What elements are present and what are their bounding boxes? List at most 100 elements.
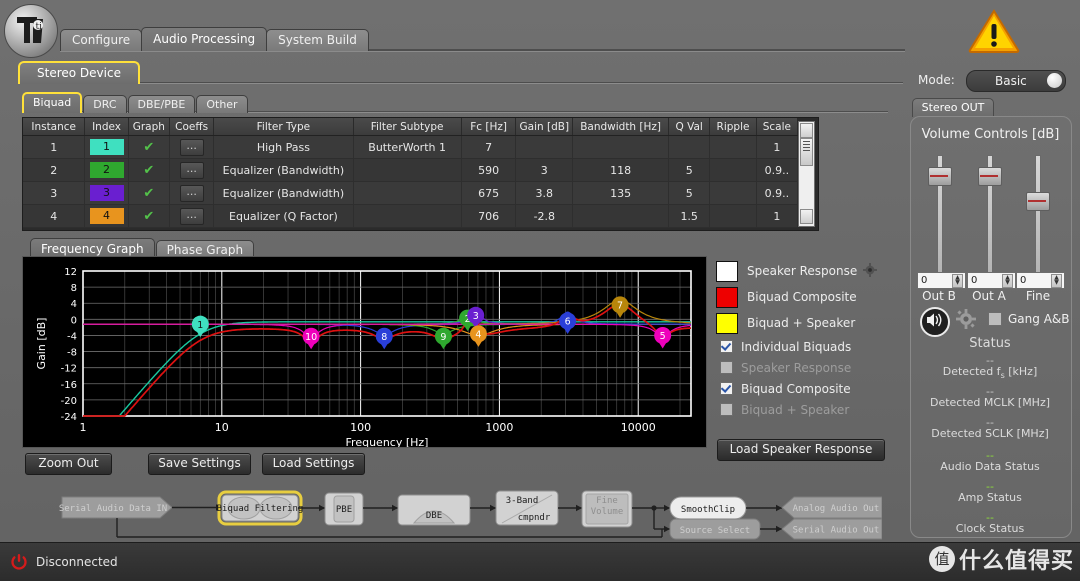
cell-filter-subtype[interactable]	[353, 158, 462, 182]
cell-index[interactable]: 3	[84, 181, 129, 205]
value-out-b[interactable]: 0 ▲ ▼	[917, 272, 966, 289]
tab-system-build[interactable]: System Build	[266, 29, 369, 51]
tab-stereo-out[interactable]: Stereo OUT	[912, 98, 994, 117]
cell-gain[interactable]: 3.8	[515, 181, 574, 205]
cell-ripple[interactable]	[709, 204, 757, 228]
column-header-1[interactable]: Index	[84, 118, 129, 136]
checkbox-biquad-composite[interactable]: Biquad Composite	[716, 378, 906, 399]
tab-other[interactable]: Other	[196, 95, 248, 113]
gear-icon[interactable]	[863, 262, 878, 280]
column-header-5[interactable]: Filter Subtype	[353, 118, 462, 136]
cell-graph[interactable]: ✔	[128, 158, 170, 182]
cell-ripple[interactable]	[709, 135, 757, 159]
tab-drc[interactable]: DRC	[83, 95, 127, 113]
gang-ab-box[interactable]	[988, 312, 1002, 326]
tab-dbe-pbe[interactable]: DBE/PBE	[127, 95, 196, 113]
scroll-up-arrow[interactable]	[800, 123, 813, 138]
slider-knob-fine[interactable]	[1026, 192, 1050, 211]
slider-knob-out-b[interactable]	[928, 167, 952, 186]
column-header-2[interactable]: Graph	[128, 118, 170, 136]
cell-filter-type[interactable]: High Pass	[213, 135, 354, 159]
cell-fc[interactable]: 590	[461, 158, 517, 182]
cell-scale[interactable]: 1	[756, 204, 799, 228]
column-header-0[interactable]: Instance	[23, 118, 86, 136]
cell-q[interactable]: 5	[668, 181, 711, 205]
column-header-9[interactable]: Q Val	[668, 118, 711, 136]
column-header-6[interactable]: Fc [Hz]	[461, 118, 517, 136]
speaker-icon[interactable]	[920, 307, 950, 337]
cell-bandwidth[interactable]	[572, 135, 670, 159]
cell-fc[interactable]: 7	[461, 135, 517, 159]
cell-bandwidth[interactable]	[572, 204, 670, 228]
cell-index[interactable]: 1	[84, 135, 129, 159]
cell-gain[interactable]	[515, 135, 574, 159]
cell-filter-type[interactable]: Equalizer (Q Factor)	[213, 204, 354, 228]
cell-gain[interactable]: -2.8	[515, 204, 574, 228]
checkbox-speaker-response[interactable]: Speaker Response	[716, 357, 906, 378]
checkbox-speaker-response-box[interactable]	[720, 361, 733, 374]
value-out-a[interactable]: 0 ▲ ▼	[967, 272, 1016, 289]
cell-coeffs[interactable]: ...	[169, 158, 215, 182]
checkbox-biquad-plus-speaker-box[interactable]	[720, 403, 733, 416]
column-header-4[interactable]: Filter Type	[213, 118, 354, 136]
cell-coeffs[interactable]: ...	[169, 181, 215, 205]
mode-toggle[interactable]: Basic	[966, 70, 1066, 92]
scroll-down-arrow[interactable]	[800, 209, 813, 224]
scroll-thumb[interactable]	[800, 138, 813, 166]
mode-toggle-handle[interactable]	[1047, 73, 1062, 88]
cell-ripple[interactable]	[709, 158, 757, 182]
cell-q[interactable]: 1.5	[668, 204, 711, 228]
save-settings-button[interactable]: Save Settings	[148, 453, 251, 475]
column-header-10[interactable]: Ripple	[709, 118, 757, 136]
cell-coeffs[interactable]: ...	[169, 204, 215, 228]
checkbox-individual-biquads-box[interactable]	[720, 340, 733, 353]
cell-graph[interactable]: ✔	[128, 204, 170, 228]
cell-scale[interactable]: 1	[756, 135, 799, 159]
cell-graph[interactable]: ✔	[128, 135, 170, 159]
load-settings-button[interactable]: Load Settings	[262, 453, 365, 475]
tab-audio-processing[interactable]: Audio Processing	[141, 27, 268, 51]
cell-scale[interactable]: 0.9..	[756, 158, 799, 182]
spinner-fine[interactable]: ▲ ▼	[1051, 274, 1062, 288]
load-speaker-response-button[interactable]: Load Speaker Response	[717, 439, 885, 461]
zoom-out-button[interactable]: Zoom Out	[25, 453, 112, 475]
checkbox-biquad-plus-speaker[interactable]: Biquad + Speaker	[716, 399, 906, 420]
cell-filter-type[interactable]: Equalizer (Bandwidth)	[213, 158, 354, 182]
table-row[interactable]: 3 3 ✔... Equalizer (Bandwidth) 675 3.8 135 5 0.9…	[23, 181, 799, 205]
tab-configure[interactable]: Configure	[60, 29, 143, 51]
cell-scale[interactable]: 0.9..	[756, 181, 799, 205]
tab-biquad[interactable]: Biquad	[22, 92, 83, 113]
checkbox-individual-biquads[interactable]: Individual Biquads	[716, 336, 906, 357]
column-header-3[interactable]: Coeffs	[169, 118, 215, 136]
cell-bandwidth[interactable]: 118	[572, 158, 670, 182]
cell-filter-type[interactable]: Equalizer (Bandwidth)	[213, 181, 354, 205]
gear-icon-volume[interactable]	[956, 309, 976, 332]
frequency-response-plot[interactable]: 12 8 4 0 -4 -8 -12 -16 -20 -24 1 10 100 1000 10000 Freq…	[22, 256, 707, 449]
power-icon[interactable]	[10, 553, 28, 574]
cell-filter-subtype[interactable]	[353, 181, 462, 205]
cell-filter-subtype[interactable]	[353, 204, 462, 228]
cell-q[interactable]: 5	[668, 158, 711, 182]
table-row[interactable]: 1 1 ✔... High Pass ButterWorth 171	[23, 135, 799, 159]
cell-filter-subtype[interactable]: ButterWorth 1	[353, 135, 462, 159]
gang-ab-checkbox[interactable]: Gang A&B	[988, 312, 1070, 326]
cell-fc[interactable]: 675	[461, 181, 517, 205]
cell-q[interactable]	[668, 135, 711, 159]
cell-bandwidth[interactable]: 135	[572, 181, 670, 205]
spinner-out-a[interactable]: ▲ ▼	[1002, 274, 1013, 288]
cell-gain[interactable]: 3	[515, 158, 574, 182]
value-fine[interactable]: 0 ▲ ▼	[1016, 272, 1065, 289]
column-header-8[interactable]: Bandwidth [Hz]	[572, 118, 670, 136]
cell-ripple[interactable]	[709, 181, 757, 205]
cell-index[interactable]: 2	[84, 158, 129, 182]
slider-knob-out-a[interactable]	[978, 167, 1002, 186]
slider-track-fine[interactable]	[1035, 155, 1041, 275]
table-row[interactable]: 4 4 ✔... Equalizer (Q Factor) 706 -2.8 1.5 1	[23, 204, 799, 228]
cell-fc[interactable]: 706	[461, 204, 517, 228]
cell-coeffs[interactable]: ...	[169, 135, 215, 159]
tab-stereo-device[interactable]: Stereo Device	[18, 61, 140, 84]
table-scrollbar[interactable]	[798, 121, 815, 227]
column-header-11[interactable]: Scale	[756, 118, 799, 136]
column-header-7[interactable]: Gain [dB]	[515, 118, 574, 136]
spinner-out-b[interactable]: ▲ ▼	[952, 274, 963, 288]
